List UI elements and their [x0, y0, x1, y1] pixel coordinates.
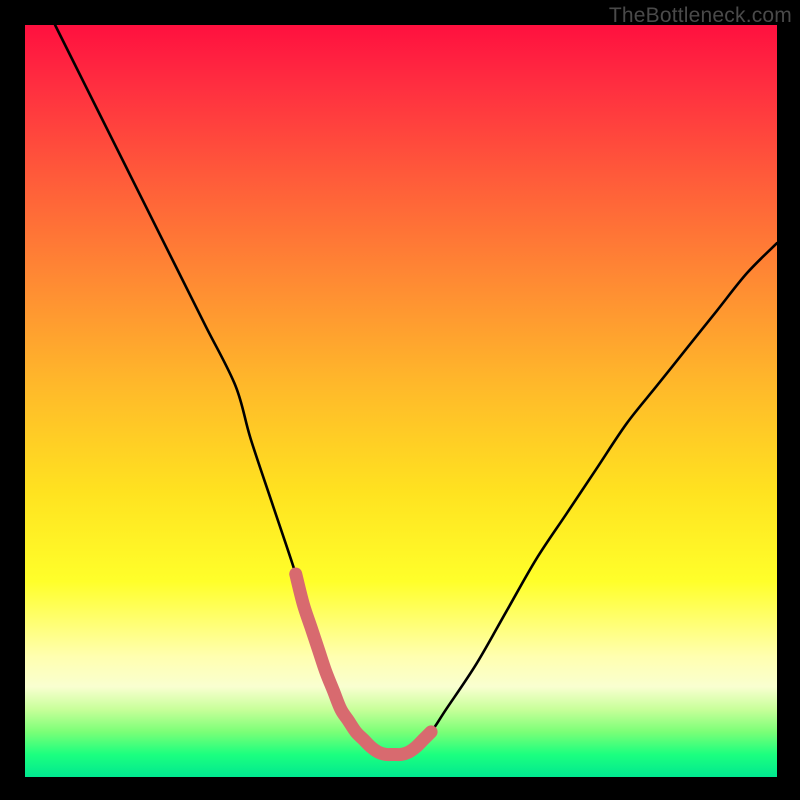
curve-layer: [25, 25, 777, 777]
watermark-text: TheBottleneck.com: [609, 4, 792, 28]
plot-area: [25, 25, 777, 777]
bottleneck-curve-path: [55, 25, 777, 755]
valley-highlight-path: [296, 574, 431, 755]
chart-frame: TheBottleneck.com: [0, 0, 800, 800]
